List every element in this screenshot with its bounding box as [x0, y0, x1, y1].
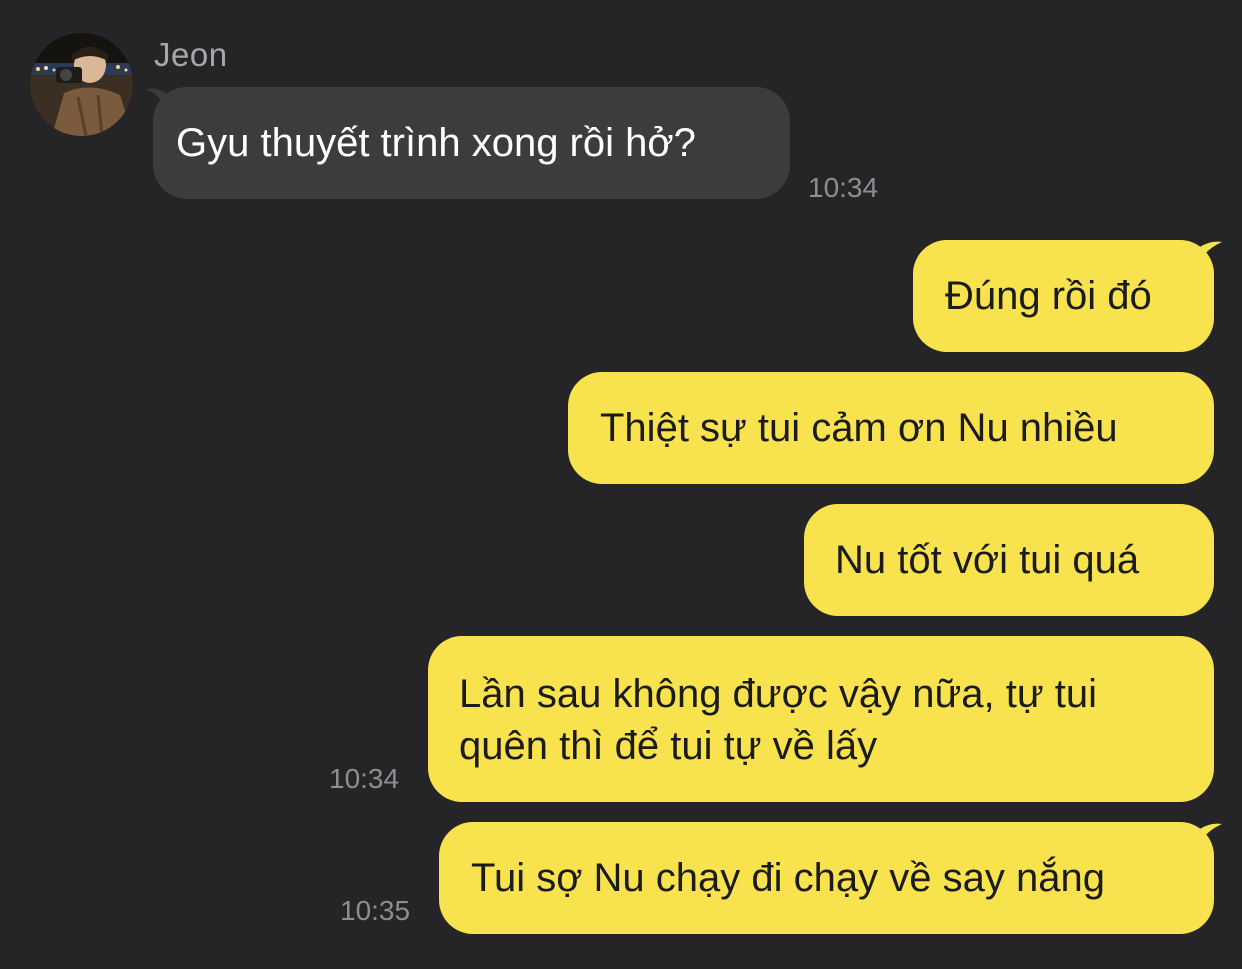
bubble-tail	[1198, 823, 1222, 844]
bubble-tail	[1198, 241, 1222, 262]
contact-avatar[interactable]	[30, 33, 133, 136]
bubble-tail	[146, 88, 168, 109]
message-text: Thiệt sự tui cảm ơn Nu nhiều	[600, 406, 1118, 450]
avatar-photo	[30, 33, 133, 136]
message-text: Gyu thuyết trình xong rồi hở?	[176, 121, 696, 165]
sender-name: Jeon	[154, 36, 228, 73]
message-text-line: quên thì để tui tự về lấy	[459, 724, 878, 768]
chat-screen: Jeon Gyu thuyết trình xong rồi hở? 10:34…	[0, 0, 1242, 969]
outgoing-message-bubble[interactable]: Đúng rồi đó	[913, 240, 1222, 352]
message-text: Đúng rồi đó	[945, 274, 1152, 318]
message-timestamp: 10:35	[340, 895, 411, 926]
message-text-line: Lần sau không được vậy nữa, tự tui	[459, 672, 1098, 716]
message-timestamp: 10:34	[808, 172, 879, 203]
message-text: Nu tốt với tui quá	[835, 538, 1140, 582]
outgoing-message-bubble[interactable]: Thiệt sự tui cảm ơn Nu nhiều	[568, 372, 1214, 484]
outgoing-message-bubble[interactable]: Tui sợ Nu chạy đi chạy về say nắng	[439, 822, 1222, 934]
outgoing-message-bubble[interactable]: Lần sau không được vậy nữa, tự tui quên …	[428, 636, 1214, 802]
message-timestamp: 10:34	[329, 763, 400, 794]
incoming-message-bubble[interactable]: Gyu thuyết trình xong rồi hở?	[146, 87, 790, 199]
message-text: Tui sợ Nu chạy đi chạy về say nắng	[471, 856, 1105, 900]
outgoing-message-bubble[interactable]: Nu tốt với tui quá	[804, 504, 1214, 616]
